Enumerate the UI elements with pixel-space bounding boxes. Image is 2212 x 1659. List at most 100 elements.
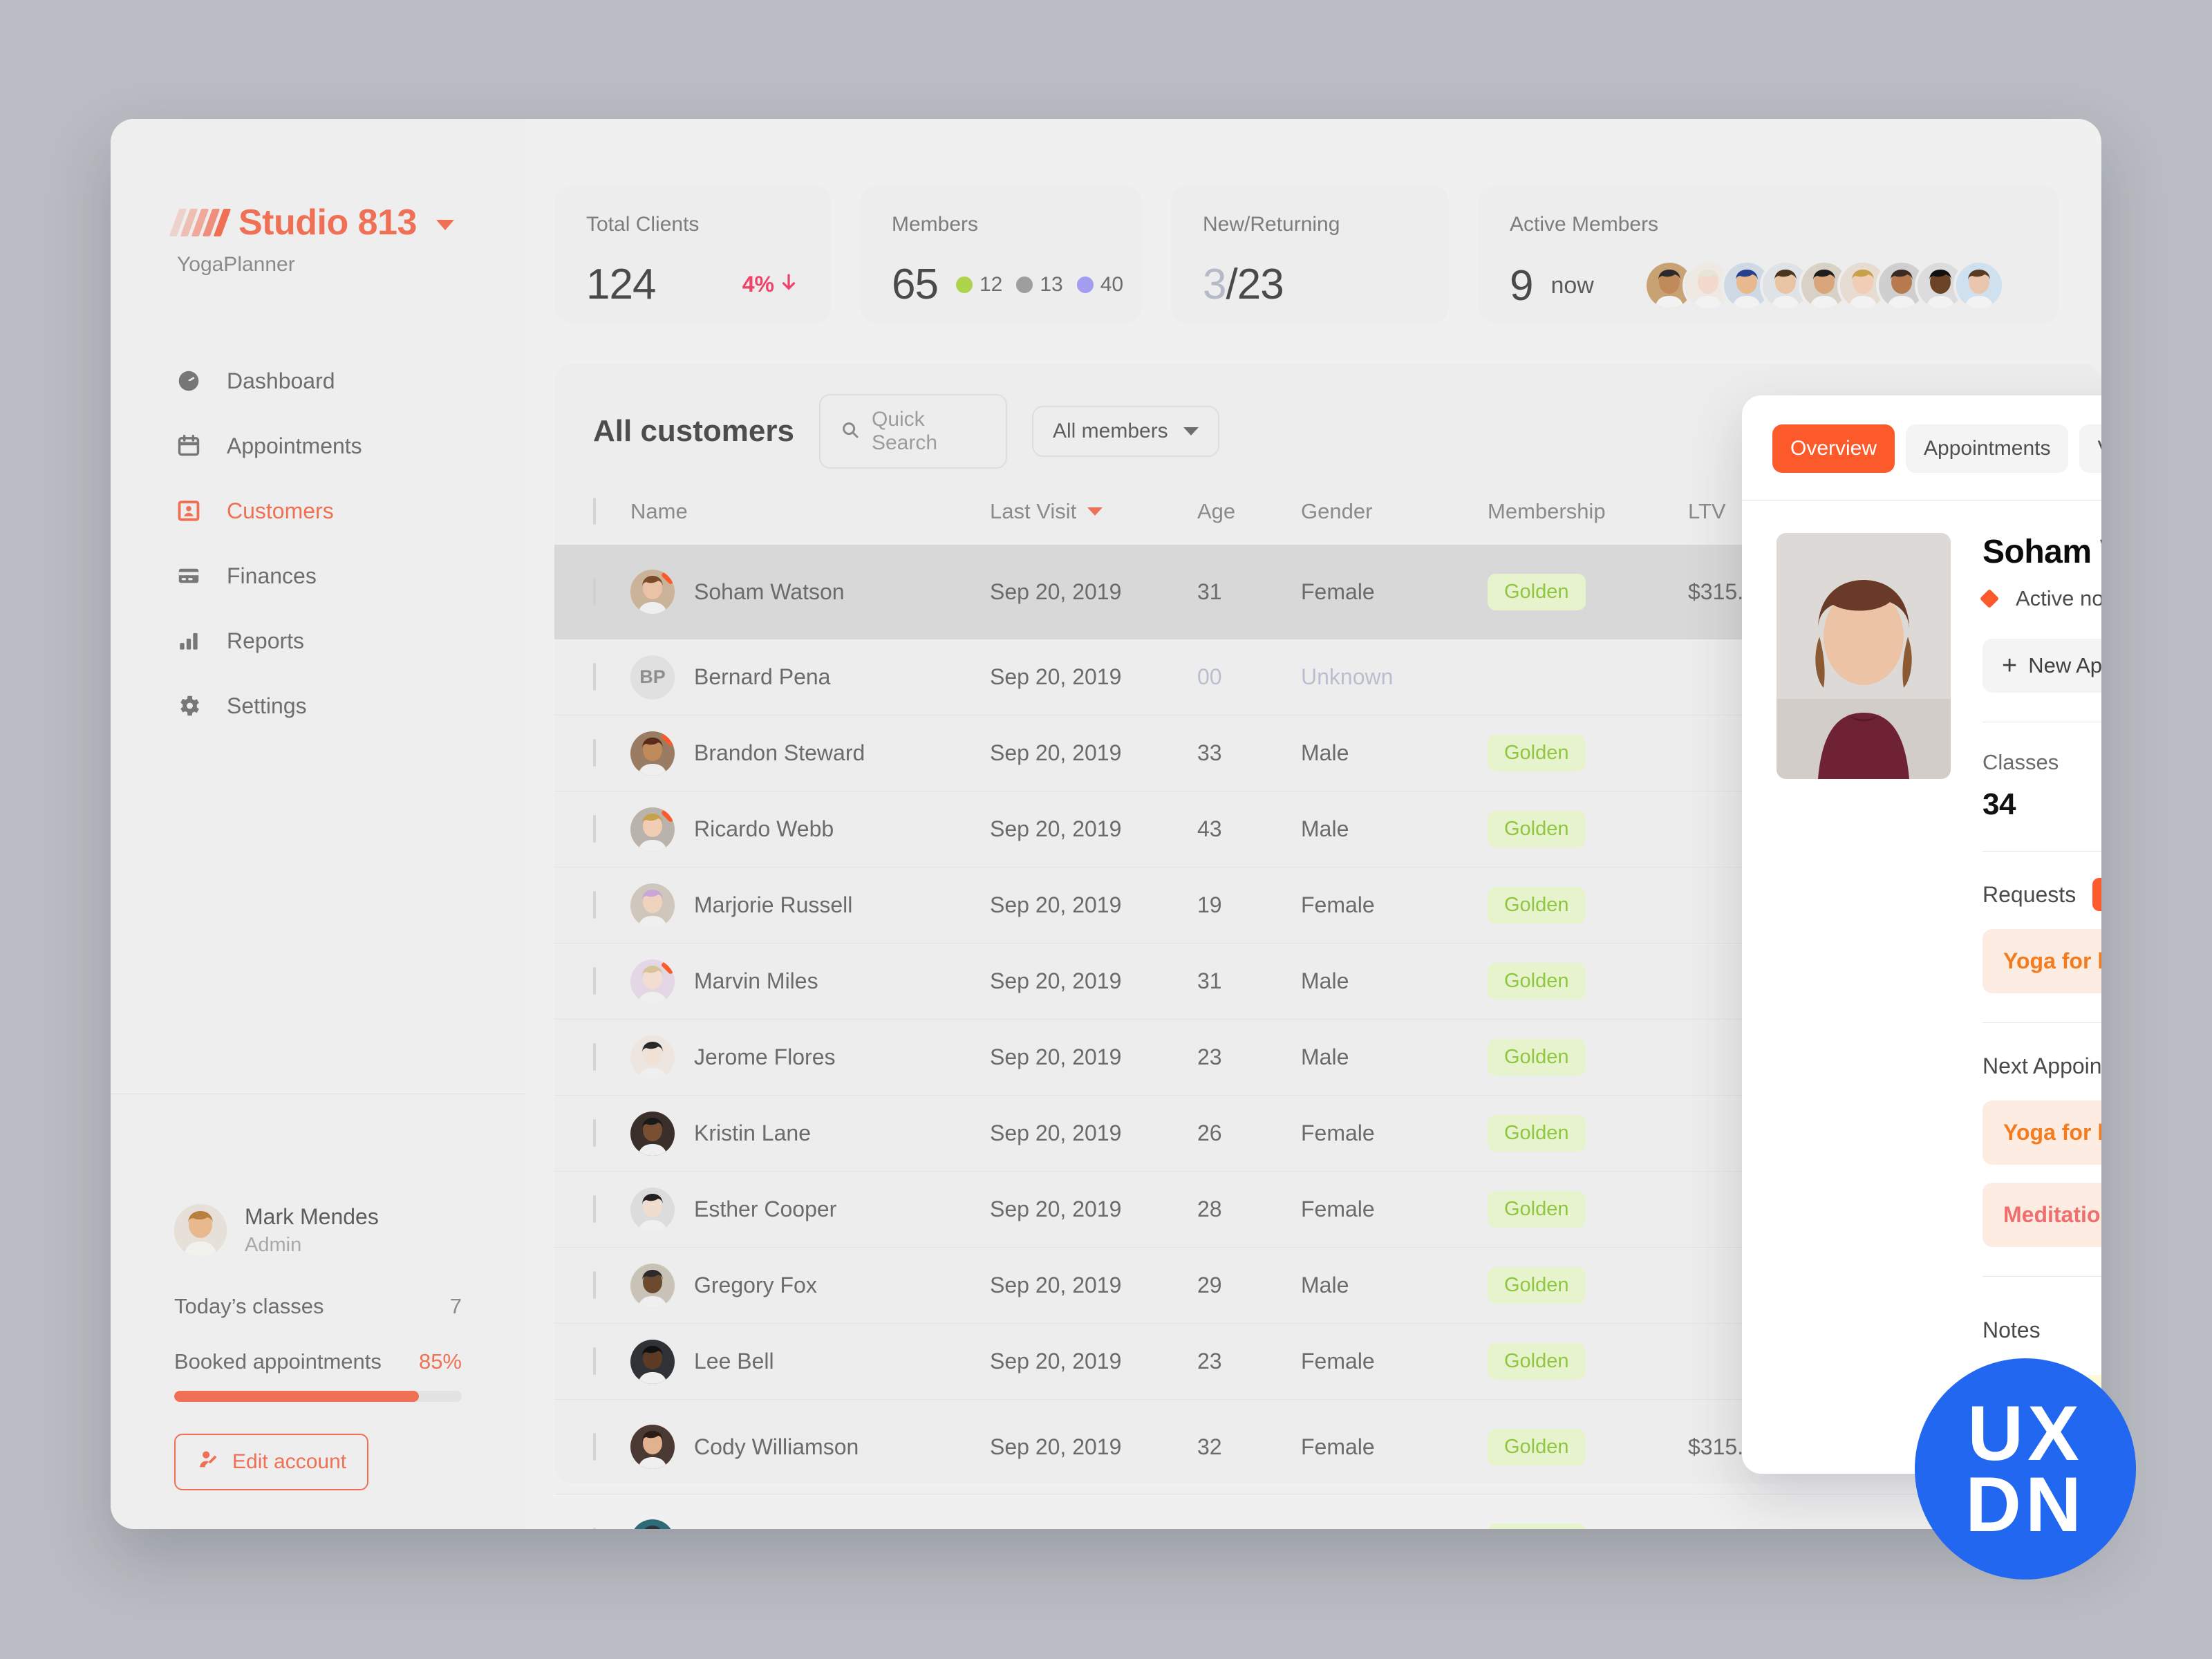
members-value: 65 — [892, 260, 938, 309]
appointment-item[interactable]: Meditation9:00FEB 5 — [1983, 1183, 2101, 1247]
select-all-checkbox[interactable] — [593, 498, 596, 525]
row-select-cell[interactable] — [554, 1172, 630, 1248]
row-membership: Golden — [1488, 1172, 1688, 1248]
row-select-cell[interactable] — [554, 1020, 630, 1096]
edit-account-button[interactable]: Edit account — [174, 1434, 368, 1490]
row-age: 28 — [1197, 1172, 1301, 1248]
sidebar-footer: Mark Mendes Admin Today’s classes 7 Book… — [111, 1204, 525, 1529]
row-select-cell[interactable] — [554, 944, 630, 1020]
sidebar-item-appointments[interactable]: Appointments — [111, 416, 525, 476]
request-item[interactable]: Yoga for beginners9:00FEB 6 — [1983, 929, 2101, 993]
sidebar-item-settings[interactable]: Settings — [111, 676, 525, 735]
col-last-visit[interactable]: Last Visit — [990, 499, 1197, 545]
requests-new-badge: New — [2092, 878, 2101, 911]
row-checkbox[interactable] — [593, 1195, 596, 1223]
uxdn-line-2: DN — [1965, 1469, 2086, 1540]
membership-badge: Golden — [1488, 574, 1586, 610]
member-segment: 12 — [956, 273, 1002, 297]
row-select-cell[interactable] — [554, 1096, 630, 1172]
row-gender: Male — [1301, 944, 1488, 1020]
row-checkbox[interactable] — [593, 1043, 596, 1071]
detail-name-row: Soham Watson Golden — [1983, 533, 2101, 571]
row-checkbox[interactable] — [593, 1119, 596, 1147]
row-select-cell[interactable] — [554, 545, 630, 639]
sidebar-item-customers[interactable]: Customers — [111, 481, 525, 541]
new-appointment-button[interactable]: + New Appointment — [1983, 639, 2101, 693]
avatar — [630, 1264, 675, 1308]
card-members[interactable]: Members 65 121340 — [860, 185, 1142, 324]
row-name-cell: Marjorie Russell — [630, 868, 990, 944]
member-segment: 13 — [1016, 273, 1062, 297]
col-gender[interactable]: Gender — [1301, 499, 1488, 545]
membership-badge: Golden — [1488, 1039, 1586, 1076]
select-all-header[interactable] — [554, 499, 630, 545]
appointment-item[interactable]: Yoga for beginners9:00FEB 4 — [1983, 1100, 2101, 1165]
card-total-clients[interactable]: Total Clients 124 4% — [554, 185, 831, 324]
row-checkbox[interactable] — [593, 1347, 596, 1375]
row-checkbox[interactable] — [593, 578, 596, 606]
sidebar-user-name: Mark Mendes — [245, 1204, 379, 1230]
row-checkbox[interactable] — [593, 1433, 596, 1461]
row-select-cell[interactable] — [554, 791, 630, 868]
row-membership: Golden — [1488, 791, 1688, 868]
card-new-returning[interactable]: New/Returning 3/23 — [1171, 185, 1449, 324]
row-select-cell[interactable] — [554, 639, 630, 715]
brand-switcher[interactable]: Studio 813 — [174, 202, 525, 243]
search-placeholder: Quick Search — [872, 408, 986, 455]
credit-card-icon — [174, 561, 203, 590]
table-row[interactable]: Jorge MccoySep 20, 201931MaleGolden$35.0… — [554, 1494, 2101, 1530]
row-checkbox[interactable] — [593, 1528, 596, 1530]
tab-appointments[interactable]: Appointments — [1906, 424, 2068, 473]
row-checkbox[interactable] — [593, 1271, 596, 1299]
membership-badge: Golden — [1488, 1429, 1586, 1465]
row-membership: Golden — [1488, 545, 1688, 639]
members-filter-dropdown[interactable]: All members — [1032, 406, 1219, 457]
card-active-members[interactable]: Active Members 9 now — [1478, 185, 2059, 324]
tab-overview[interactable]: Overview — [1772, 424, 1895, 473]
appointment-title: Yoga for beginners — [2003, 948, 2101, 974]
row-select-cell[interactable] — [554, 1248, 630, 1324]
col-name[interactable]: Name — [630, 499, 990, 545]
row-name-cell: Jorge Mccoy — [630, 1494, 990, 1530]
row-select-cell[interactable] — [554, 715, 630, 791]
sidebar-item-reports[interactable]: Reports — [111, 611, 525, 671]
sidebar-item-dashboard[interactable]: Dashboard — [111, 351, 525, 411]
col-membership[interactable]: Membership — [1488, 499, 1688, 545]
row-gender: Male — [1301, 715, 1488, 791]
membership-badge: Golden — [1488, 963, 1586, 1000]
status-dot-icon — [1016, 276, 1033, 293]
row-checkbox[interactable] — [593, 663, 596, 691]
row-checkbox[interactable] — [593, 967, 596, 995]
appointment-title: Yoga for beginners — [2003, 1120, 2101, 1145]
avatar — [1953, 260, 2005, 311]
sidebar-item-finances[interactable]: Finances — [111, 546, 525, 606]
detail-stat-label: Classes — [1983, 750, 2101, 775]
sidebar-user[interactable]: Mark Mendes Admin — [174, 1204, 462, 1257]
avatar — [630, 1035, 675, 1080]
row-name-cell: Jerome Flores — [630, 1020, 990, 1096]
row-select-cell[interactable] — [554, 868, 630, 944]
membership-badge: Golden — [1488, 1524, 1586, 1530]
row-select-cell[interactable] — [554, 1494, 630, 1530]
active-members-avatars[interactable] — [1644, 260, 2005, 311]
customer-name: Bernard Pena — [694, 664, 830, 690]
row-checkbox[interactable] — [593, 891, 596, 919]
member-segment-count: 40 — [1100, 273, 1123, 297]
avatar — [630, 1188, 675, 1232]
chevron-down-icon[interactable] — [436, 220, 454, 230]
col-age[interactable]: Age — [1197, 499, 1301, 545]
tab-visits[interactable]: Visits — [2079, 424, 2101, 473]
search-icon — [840, 420, 861, 444]
search-input[interactable]: Quick Search — [819, 394, 1007, 469]
row-last-visit: Sep 20, 2019 — [990, 1020, 1197, 1096]
todays-classes-value: 7 — [450, 1294, 462, 1319]
row-checkbox[interactable] — [593, 739, 596, 767]
total-clients-value: 124 — [586, 260, 655, 309]
booked-appointments-value: 85% — [419, 1349, 462, 1374]
sidebar: Studio 813 YogaPlanner Dashboard — [111, 119, 525, 1529]
row-checkbox[interactable] — [593, 815, 596, 843]
row-name-cell: Ricardo Webb — [630, 791, 990, 868]
row-last-visit: Sep 20, 2019 — [990, 1400, 1197, 1494]
row-select-cell[interactable] — [554, 1400, 630, 1494]
row-select-cell[interactable] — [554, 1324, 630, 1400]
